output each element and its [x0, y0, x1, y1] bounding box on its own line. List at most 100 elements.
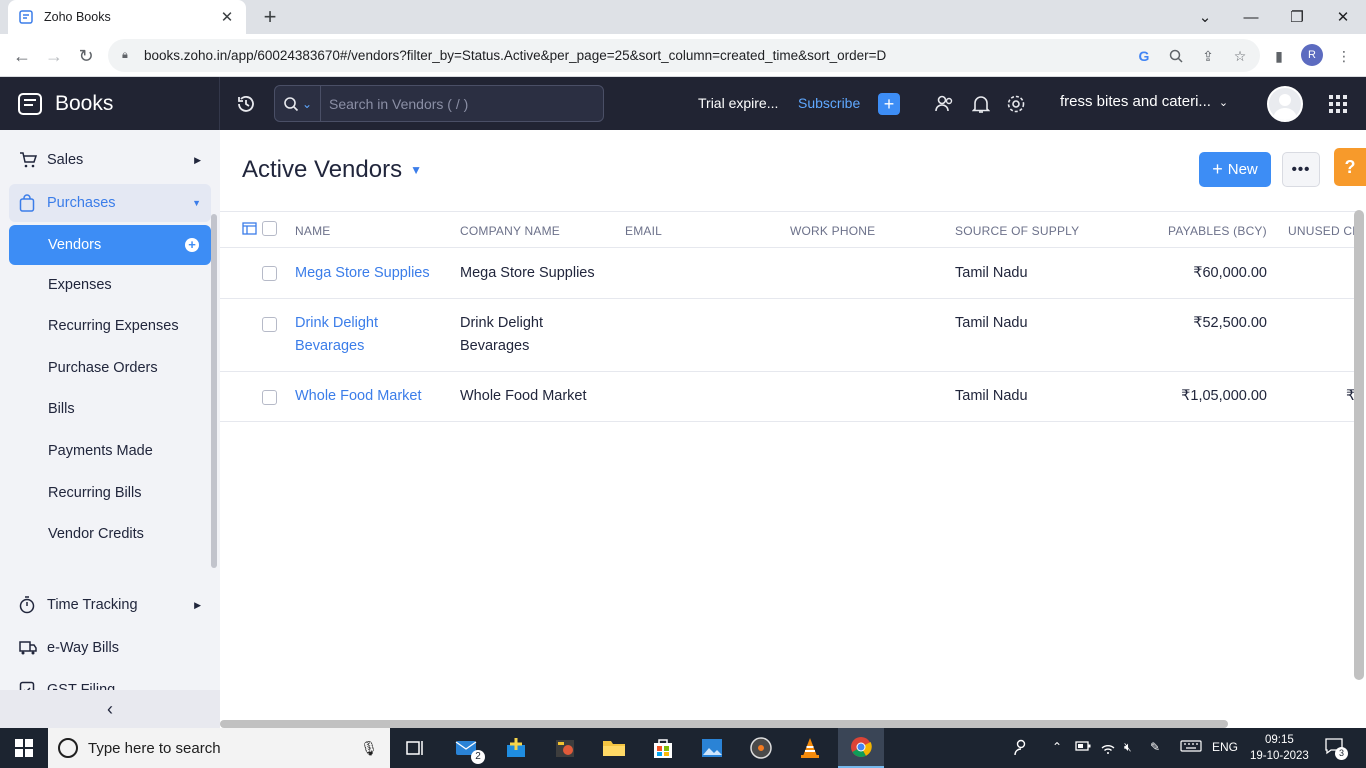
notifications-bell-icon[interactable]: [970, 93, 992, 115]
reload-button[interactable]: ↻: [73, 43, 99, 69]
column-header-work-phone[interactable]: WORK PHONE: [790, 224, 875, 238]
sidebar-scrollbar[interactable]: [211, 214, 217, 568]
people-icon[interactable]: [1013, 738, 1031, 759]
bookmark-star-icon[interactable]: ☆: [1229, 45, 1251, 67]
taskbar-search-input[interactable]: Type here to search: [88, 740, 221, 757]
vertical-scrollbar[interactable]: [1354, 210, 1364, 680]
close-window-button[interactable]: ✕: [1320, 0, 1366, 34]
minimize-window-button[interactable]: —: [1228, 0, 1274, 34]
windows-start-icon[interactable]: [11, 736, 37, 760]
vendor-name-link[interactable]: Whole Food Market: [295, 385, 422, 408]
table-row[interactable]: Whole Food Market Whole Food Market Tami…: [220, 372, 1356, 422]
browser-profile-avatar[interactable]: R: [1301, 44, 1323, 66]
browser-tab[interactable]: Zoho Books ✕: [8, 0, 246, 34]
vlc-icon[interactable]: [797, 736, 823, 760]
photos-app-icon[interactable]: [699, 736, 725, 760]
browser-tabstrip: Zoho Books ✕ + ⌄ — ❐ ✕: [0, 0, 1366, 34]
sidebar-item-recurring-bills[interactable]: Recurring Bills: [48, 485, 141, 501]
brand-logo[interactable]: Books: [0, 77, 220, 130]
search-input[interactable]: Search in Vendors ( / ): [321, 96, 468, 112]
sidebar: Sales ▶ Purchases ▼ Vendors + Expenses R…: [0, 130, 220, 728]
battery-icon[interactable]: [1075, 740, 1091, 755]
microphone-icon[interactable]: 🎙︎: [360, 740, 378, 757]
app-launcher-grid-icon[interactable]: [1327, 93, 1349, 115]
keyboard-icon[interactable]: [1180, 740, 1202, 755]
notification-center-icon[interactable]: 3: [1324, 737, 1348, 760]
payables-amount: ₹52,500.00: [1193, 315, 1267, 331]
sidebar-item-time-tracking[interactable]: Time Tracking ▶: [9, 586, 211, 624]
user-avatar[interactable]: [1267, 86, 1303, 122]
google-lens-icon[interactable]: G: [1133, 45, 1155, 67]
organization-switcher[interactable]: fress bites and cateri... ⌄: [1060, 93, 1228, 110]
select-all-checkbox[interactable]: [262, 221, 277, 236]
column-header-payables[interactable]: PAYABLES (BCY): [1168, 224, 1267, 238]
wifi-icon[interactable]: [1100, 740, 1116, 757]
subscribe-link[interactable]: Subscribe: [798, 95, 860, 111]
sidebar-item-purchase-orders[interactable]: Purchase Orders: [48, 360, 158, 376]
sidebar-item-vendor-credits[interactable]: Vendor Credits: [48, 526, 144, 542]
close-tab-icon[interactable]: ✕: [218, 8, 236, 26]
sidebar-item-vendors[interactable]: Vendors +: [9, 225, 211, 265]
system-clock[interactable]: 09:15 19-10-2023: [1250, 732, 1309, 764]
sidebar-item-payments-made[interactable]: Payments Made: [48, 443, 153, 459]
new-tab-button[interactable]: +: [258, 4, 282, 30]
url-field[interactable]: 🔒︎ books.zoho.in/app/60024383670#/vendor…: [108, 39, 1260, 72]
back-button[interactable]: ←: [9, 43, 35, 69]
task-view-icon[interactable]: [403, 736, 429, 760]
pen-icon[interactable]: ✎: [1150, 740, 1160, 754]
new-vendor-button[interactable]: + New: [1199, 152, 1271, 187]
share-icon[interactable]: ⇪: [1197, 45, 1219, 67]
global-search[interactable]: ⌄ Search in Vendors ( / ): [274, 85, 604, 122]
media-app-icon[interactable]: [552, 736, 578, 760]
page-title[interactable]: Active Vendors ▼: [242, 156, 422, 184]
browser-menu-icon[interactable]: ⋮: [1333, 45, 1355, 67]
recent-activity-icon[interactable]: [234, 92, 258, 116]
table-row[interactable]: Mega Store Supplies Mega Store Supplies …: [220, 248, 1356, 299]
help-button[interactable]: ?: [1334, 148, 1366, 186]
row-checkbox[interactable]: [262, 266, 277, 281]
sidebar-item-bills[interactable]: Bills: [48, 401, 75, 417]
mail-app-icon[interactable]: 2: [454, 736, 485, 764]
column-header-name[interactable]: NAME: [295, 224, 330, 238]
add-vendor-icon[interactable]: +: [185, 238, 199, 252]
side-panel-icon[interactable]: ▮: [1268, 45, 1290, 67]
volume-muted-icon[interactable]: 🔇︎: [1124, 740, 1132, 755]
settings-gear-icon[interactable]: [1005, 93, 1027, 115]
column-chooser-icon[interactable]: [242, 222, 257, 240]
clock-date: 19-10-2023: [1250, 750, 1309, 762]
vendor-name-link[interactable]: Drink Delight Bevarages: [295, 312, 378, 358]
chrome-taskbar-icon[interactable]: [838, 728, 884, 768]
column-header-email[interactable]: EMAIL: [625, 224, 662, 238]
file-explorer-icon[interactable]: [601, 736, 627, 760]
tab-search-chevron-icon[interactable]: ⌄: [1182, 0, 1228, 34]
forward-button[interactable]: →: [41, 43, 67, 69]
quick-create-button[interactable]: +: [878, 93, 900, 115]
sidebar-item-recurring-expenses[interactable]: Recurring Expenses: [48, 318, 179, 334]
sidebar-item-purchases[interactable]: Purchases ▼: [9, 184, 211, 222]
more-options-button[interactable]: •••: [1282, 152, 1320, 187]
taskbar-search[interactable]: Type here to search 🎙︎: [48, 728, 390, 768]
sidebar-item-expenses[interactable]: Expenses: [48, 277, 112, 293]
row-checkbox[interactable]: [262, 390, 277, 405]
table-row[interactable]: Drink Delight Bevarages Drink Delight Be…: [220, 299, 1356, 372]
vendors-table: NAME COMPANY NAME EMAIL WORK PHONE SOURC…: [220, 211, 1361, 422]
column-header-company[interactable]: COMPANY NAME: [460, 224, 560, 238]
horizontal-scrollbar[interactable]: [220, 720, 1228, 728]
sidebar-item-sales[interactable]: Sales ▶: [9, 141, 211, 179]
input-language[interactable]: ENG: [1212, 740, 1238, 754]
sidebar-item-eway-bills[interactable]: e-Way Bills: [9, 629, 211, 667]
media-player-icon[interactable]: [748, 736, 774, 760]
search-icon[interactable]: ⌄: [275, 86, 321, 121]
row-checkbox[interactable]: [262, 317, 277, 332]
collapse-sidebar-button[interactable]: ‹: [0, 690, 220, 728]
restore-window-button[interactable]: ❐: [1274, 0, 1320, 34]
vendor-name-link[interactable]: Mega Store Supplies: [295, 262, 430, 285]
column-header-unused-credits[interactable]: UNUSED CR: [1288, 224, 1361, 238]
chevron-left-icon: ‹: [107, 698, 113, 719]
column-header-source-of-supply[interactable]: SOURCE OF SUPPLY: [955, 224, 1079, 238]
microsoft-store-icon[interactable]: [650, 736, 676, 760]
zoom-icon[interactable]: [1165, 45, 1187, 67]
store-game-icon[interactable]: [503, 736, 529, 760]
show-hidden-icons-chevron-icon[interactable]: ⌃: [1052, 740, 1062, 754]
users-icon[interactable]: [934, 93, 956, 115]
